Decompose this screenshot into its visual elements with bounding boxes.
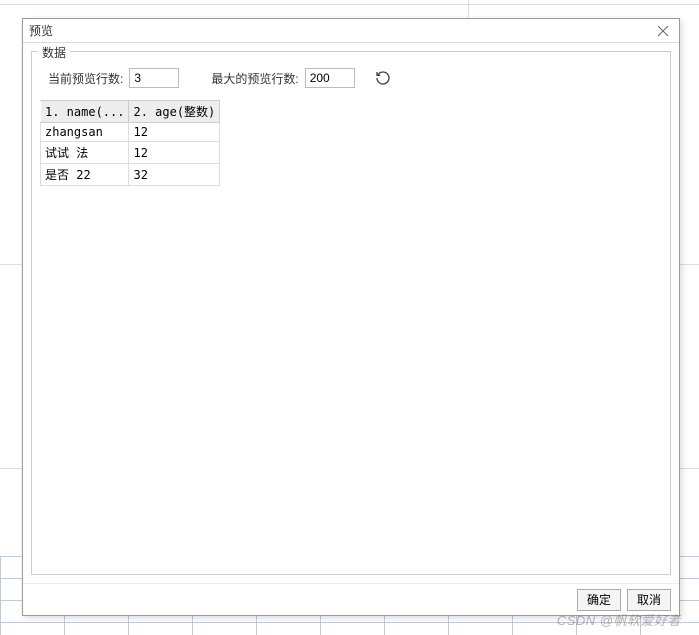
current-rows-label: 当前预览行数: bbox=[48, 70, 123, 87]
cancel-button[interactable]: 取消 bbox=[627, 589, 671, 611]
current-rows-input[interactable] bbox=[129, 68, 179, 88]
close-button[interactable] bbox=[653, 21, 673, 41]
max-rows-label: 最大的预览行数: bbox=[211, 70, 298, 87]
table-row[interactable]: 是否 22 32 bbox=[41, 164, 220, 186]
table-header-row: 1. name(... 2. age(整数) bbox=[41, 101, 220, 123]
dialog-footer: 确定 取消 bbox=[23, 583, 679, 615]
refresh-icon bbox=[375, 70, 391, 86]
cell-name: 试试 法 bbox=[41, 142, 129, 164]
data-fieldset: 数据 当前预览行数: 最大的预览行数: 1 bbox=[31, 51, 671, 575]
dialog-title: 预览 bbox=[29, 22, 53, 39]
cell-age: 12 bbox=[129, 142, 220, 164]
dialog-body: 数据 当前预览行数: 最大的预览行数: 1 bbox=[23, 43, 679, 583]
max-rows-input[interactable] bbox=[305, 68, 355, 88]
cell-name: zhangsan bbox=[41, 123, 129, 142]
table-row[interactable]: 试试 法 12 bbox=[41, 142, 220, 164]
cell-age: 32 bbox=[129, 164, 220, 186]
refresh-button[interactable] bbox=[371, 66, 395, 90]
preview-table: 1. name(... 2. age(整数) zhangsan 12 试试 法 … bbox=[40, 100, 220, 186]
cell-age: 12 bbox=[129, 123, 220, 142]
preview-table-wrapper[interactable]: 1. name(... 2. age(整数) zhangsan 12 试试 法 … bbox=[40, 100, 662, 566]
column-header-age[interactable]: 2. age(整数) bbox=[129, 101, 220, 123]
fieldset-legend: 数据 bbox=[38, 44, 70, 61]
cell-name: 是否 22 bbox=[41, 164, 129, 186]
dialog-titlebar: 预览 bbox=[23, 19, 679, 43]
column-header-name[interactable]: 1. name(... bbox=[41, 101, 129, 123]
preview-dialog: 预览 数据 当前预览行数: 最大的预览行数: bbox=[22, 18, 680, 616]
controls-row: 当前预览行数: 最大的预览行数: bbox=[40, 62, 662, 100]
close-icon bbox=[657, 25, 669, 37]
table-row[interactable]: zhangsan 12 bbox=[41, 123, 220, 142]
ok-button[interactable]: 确定 bbox=[577, 589, 621, 611]
